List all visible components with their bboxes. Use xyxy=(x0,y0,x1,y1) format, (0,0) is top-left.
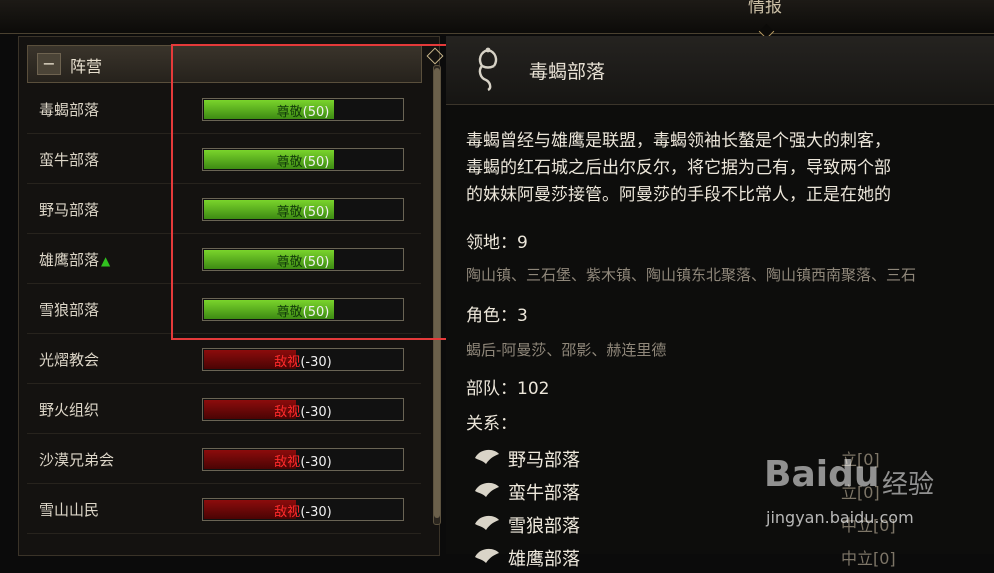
watermark-url: jingyan.baidu.com xyxy=(766,508,914,527)
faction-description: 毒蝎曾经与雄鹰是联盟，毒蝎领袖长螯是个强大的刺客， 毒蝎的红石城之后出尔反尔，将… xyxy=(466,128,994,209)
faction-name-text: 野火组织 xyxy=(39,401,100,419)
description-line: 毒蝎的红石城之后出尔反尔，将它据为己有，导致两个部 xyxy=(466,158,891,178)
faction-header: 毒蝎部落 xyxy=(446,36,994,105)
reputation-text: 敌视(-30) xyxy=(203,451,403,470)
relation-name: 蛮牛部落 xyxy=(508,483,580,504)
up-arrow-icon: ▲ xyxy=(101,254,111,268)
troops-label: 部队：102 xyxy=(466,379,550,399)
faction-row[interactable]: 雪山山民 敌视(-30) xyxy=(27,486,421,534)
reputation-text: 敌视(-30) xyxy=(203,401,403,420)
faction-name: 光熠教会 xyxy=(39,349,101,370)
reputation-text: 敌视(-30) xyxy=(203,351,403,370)
relation-status: 中立[0] xyxy=(841,549,896,568)
reputation-status: 敌视 xyxy=(274,405,301,420)
watermark: Baidu 经验 jingyan.baidu.com xyxy=(762,446,992,536)
reputation-status: 敌视 xyxy=(274,355,301,370)
faction-name: 雪山山民 xyxy=(39,499,101,520)
roles-list: 蝎后-阿曼莎、邵影、赫连里德 xyxy=(466,341,667,359)
faction-name-text: 沙漠兄弟会 xyxy=(39,451,115,469)
faction-name-text: 毒蝎部落 xyxy=(39,101,100,119)
faction-name: 毒蝎部落 xyxy=(39,99,101,120)
faction-name: 野马部落 xyxy=(39,199,101,220)
territory-list: 陶山镇、三石堡、紫木镇、陶山镇东北聚落、陶山镇西南聚落、三石 xyxy=(466,266,917,284)
panel-tab-title[interactable]: 情报 xyxy=(748,0,782,17)
group-title: 阵营 xyxy=(70,57,103,76)
reputation-value: (-30) xyxy=(300,405,332,420)
faction-name-text: 光熠教会 xyxy=(39,351,100,369)
faction-name: 野火组织 xyxy=(39,399,101,420)
reputation-bar: 敌视(-30) xyxy=(202,498,404,521)
faction-crest-icon xyxy=(475,482,499,497)
faction-title: 毒蝎部落 xyxy=(529,61,606,83)
faction-name-text: 野马部落 xyxy=(39,201,100,219)
faction-name-text: 雪山山民 xyxy=(39,501,100,519)
collapse-button[interactable]: − xyxy=(37,53,61,75)
reputation-bar: 敌视(-30) xyxy=(202,448,404,471)
highlight-annotation xyxy=(171,44,454,340)
top-bar: 情报 xyxy=(0,0,994,40)
faction-row[interactable]: 沙漠兄弟会 敌视(-30) xyxy=(27,436,421,484)
faction-name-text: 雄鹰部落 xyxy=(39,251,100,269)
faction-row[interactable]: 野火组织 敌视(-30) xyxy=(27,386,421,434)
relation-name: 雪狼部落 xyxy=(508,516,580,537)
watermark-cn: 经验 xyxy=(882,470,935,500)
faction-crest-icon xyxy=(475,515,499,530)
faction-name: 雪狼部落 xyxy=(39,299,101,320)
description-line: 毒蝎曾经与雄鹰是联盟，毒蝎领袖长螯是个强大的刺客， xyxy=(466,131,891,151)
description-line: 的妹妹阿曼莎接管。阿曼莎的手段不比常人，正是在她的 xyxy=(466,185,891,205)
faction-name-text: 蛮牛部落 xyxy=(39,151,100,169)
faction-crest-icon xyxy=(475,449,499,464)
faction-row[interactable]: 光熠教会 敌视(-30) xyxy=(27,336,421,384)
reputation-value: (-30) xyxy=(300,455,332,470)
relation-name: 野马部落 xyxy=(508,450,580,471)
reputation-value: (-30) xyxy=(300,505,332,520)
reputation-bar: 敌视(-30) xyxy=(202,348,404,371)
reputation-status: 敌视 xyxy=(274,455,301,470)
scorpion-emblem-icon xyxy=(478,47,498,92)
reputation-bar: 敌视(-30) xyxy=(202,398,404,421)
faction-crest-icon xyxy=(475,548,499,563)
relations-label: 关系： xyxy=(466,414,517,434)
faction-name-text: 雪狼部落 xyxy=(39,301,100,319)
relation-name: 雄鹰部落 xyxy=(508,549,580,570)
faction-name: 雄鹰部落 ▲ xyxy=(39,249,110,270)
reputation-status: 敌视 xyxy=(274,505,301,520)
reputation-value: (-30) xyxy=(300,355,332,370)
watermark-brand: Baidu xyxy=(764,454,880,495)
territory-label: 领地：9 xyxy=(466,233,528,253)
faction-name: 沙漠兄弟会 xyxy=(39,449,116,470)
roles-label: 角色：3 xyxy=(466,306,528,326)
faction-name: 蛮牛部落 xyxy=(39,149,101,170)
reputation-text: 敌视(-30) xyxy=(203,501,403,520)
